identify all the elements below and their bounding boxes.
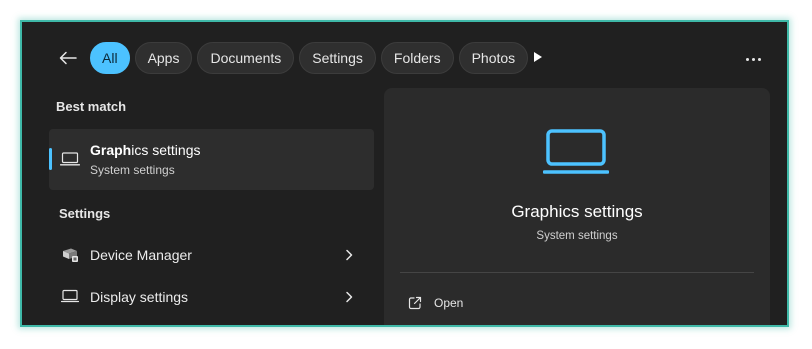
best-match-item[interactable]: Graphics settings System settings <box>49 129 374 190</box>
preview-pane: Graphics settings System settings Open <box>384 88 770 325</box>
more-horizontal-icon <box>744 48 762 66</box>
preview-title: Graphics settings <box>511 202 643 221</box>
more-filters-button[interactable] <box>530 49 546 65</box>
best-match-title-rest: ics settings <box>131 142 201 158</box>
open-action[interactable]: Open <box>408 292 463 314</box>
filter-folders[interactable]: Folders <box>380 42 454 74</box>
play-icon <box>534 52 542 62</box>
open-external-icon <box>408 296 422 310</box>
settings-heading: Settings <box>59 206 111 221</box>
filter-apps[interactable]: Apps <box>134 42 193 74</box>
best-match-title-highlight: Graph <box>90 142 132 158</box>
filter-photos[interactable]: Photos <box>458 42 529 74</box>
monitor-icon <box>60 289 80 308</box>
filter-bar: All Apps Documents Settings Folders Phot… <box>22 42 787 74</box>
filter-settings[interactable]: Settings <box>299 42 376 74</box>
chevron-right-icon[interactable] <box>345 290 353 308</box>
best-match-title: Graphics settings <box>90 142 200 158</box>
result-label: Display settings <box>90 289 189 305</box>
divider <box>400 272 754 273</box>
filter-documents[interactable]: Documents <box>197 42 295 74</box>
result-device-manager[interactable]: Device Manager <box>49 236 374 274</box>
back-button[interactable] <box>56 46 80 70</box>
filter-chips: All Apps Documents Settings Folders Phot… <box>90 42 529 74</box>
chevron-right-icon[interactable] <box>345 248 353 266</box>
device-manager-icon <box>61 247 79 268</box>
best-match-heading: Best match <box>56 99 127 114</box>
more-options-button[interactable] <box>742 47 764 67</box>
result-label: Device Manager <box>90 247 192 263</box>
result-display-settings[interactable]: Display settings <box>49 278 374 316</box>
open-action-label: Open <box>434 296 464 310</box>
best-match-subtitle: System settings <box>90 163 175 177</box>
filter-all[interactable]: All <box>90 42 130 74</box>
laptop-icon <box>59 152 81 171</box>
arrow-left-icon <box>59 51 77 65</box>
selection-indicator <box>49 148 52 170</box>
search-window: All Apps Documents Settings Folders Phot… <box>20 20 789 327</box>
preview-subtitle: System settings <box>536 230 618 242</box>
laptop-icon <box>542 128 610 181</box>
